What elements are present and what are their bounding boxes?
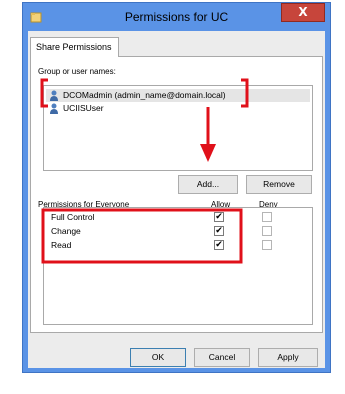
permissions-highlight	[41, 208, 243, 264]
arrow-head	[200, 144, 216, 162]
tab-share-permissions[interactable]: Share Permissions	[30, 37, 119, 57]
user-bracket-right	[241, 78, 249, 108]
annotation-overlay	[40, 78, 249, 264]
user-bracket-left	[40, 78, 48, 108]
